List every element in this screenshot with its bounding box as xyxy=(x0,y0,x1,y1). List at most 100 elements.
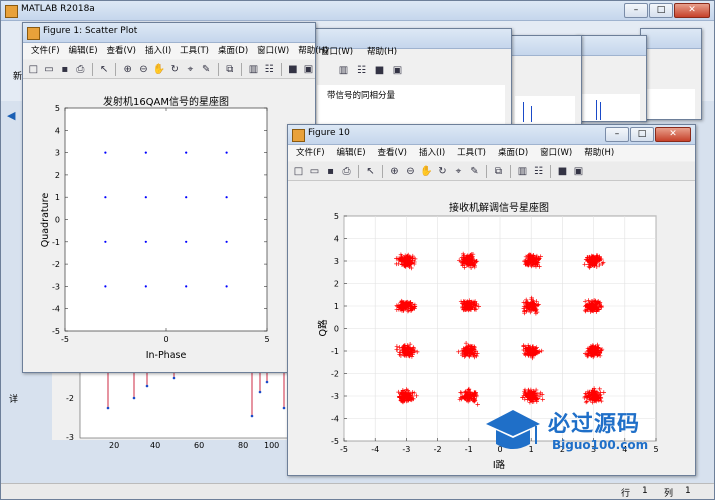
bg-figure-2-plot xyxy=(515,96,575,124)
bg-figure-window-2[interactable] xyxy=(508,35,582,125)
colorbar-icon[interactable]: ▥ xyxy=(516,165,529,178)
figure-1-window[interactable]: Figure 1: Scatter Plot 文件(F) 编辑(E) 查看(V)… xyxy=(22,22,328,373)
menu-view[interactable]: 查看(V) xyxy=(378,145,407,161)
graduation-cap-icon xyxy=(486,410,540,449)
bg-stem-plot: -2 -3 xyxy=(52,367,291,442)
figure-1-canvas: 发射机16QAM信号的星座图 5 4 3 2 1 0 -1 -2 -3 -4 -5 -5 0 5 In-P… xyxy=(23,79,315,371)
zoom-in-icon[interactable]: ⊕ xyxy=(388,165,401,178)
bg-colorbar-icon[interactable]: ▥ xyxy=(337,64,350,77)
scatter-point xyxy=(144,240,147,243)
menu-edit[interactable]: 编辑(E) xyxy=(337,145,366,161)
menu-view[interactable]: 查看(V) xyxy=(107,43,136,59)
zoom-out-icon[interactable]: ⊖ xyxy=(137,63,150,76)
zoom-out-icon[interactable]: ⊖ xyxy=(404,165,417,178)
y-tick-label: 3 xyxy=(55,149,60,158)
menu-window[interactable]: 窗口(W) xyxy=(257,43,289,59)
ribbon-new-label[interactable]: 新 xyxy=(13,69,22,82)
menu-insert[interactable]: 插入(I) xyxy=(145,43,171,59)
menu-desktop[interactable]: 桌面(D) xyxy=(218,43,248,59)
x-tick-label: -1 xyxy=(465,445,473,454)
colorbar-icon[interactable]: ▥ xyxy=(247,63,260,76)
save-icon[interactable]: ▪ xyxy=(324,165,337,178)
data-cursor-icon[interactable]: ⌖ xyxy=(452,165,465,178)
figure-1-title: Figure 1: Scatter Plot xyxy=(43,26,138,36)
new-figure-icon[interactable]: □ xyxy=(292,165,305,178)
new-figure-icon[interactable]: □ xyxy=(27,63,40,76)
show-plot-tools-icon[interactable]: ▣ xyxy=(302,63,315,76)
bg-stem-ytick: -2 xyxy=(66,394,74,403)
y-tick-label: -3 xyxy=(52,282,60,291)
y-tick-label: -4 xyxy=(331,415,339,424)
menu-edit[interactable]: 编辑(E) xyxy=(69,43,98,59)
plot-axes[interactable] xyxy=(64,107,268,332)
maximize-button[interactable]: □ xyxy=(630,127,654,142)
minimize-button[interactable]: – xyxy=(624,3,648,18)
link-plot-icon[interactable]: ⧉ xyxy=(492,165,505,178)
bg-stem-marker xyxy=(106,406,110,410)
legend-icon[interactable]: ☷ xyxy=(263,63,276,76)
legend-icon[interactable]: ☷ xyxy=(532,165,545,178)
close-button[interactable]: ✕ xyxy=(655,127,691,142)
bg-legend-icon[interactable]: ☷ xyxy=(355,64,368,77)
row-value: 1 xyxy=(642,486,648,496)
menu-insert[interactable]: 插入(I) xyxy=(419,145,445,161)
bg-dock-icon[interactable]: ▣ xyxy=(391,64,404,77)
col-label: 列 xyxy=(664,489,674,499)
zoom-in-icon[interactable]: ⊕ xyxy=(121,63,134,76)
minimize-button[interactable]: – xyxy=(605,127,629,142)
rotate-icon[interactable]: ↻ xyxy=(436,165,449,178)
hide-plot-tools-icon[interactable]: ■ xyxy=(286,63,299,76)
maximize-button[interactable]: □ xyxy=(649,3,673,18)
x-tick-label: 0 xyxy=(163,335,168,344)
figure-1-titlebar: Figure 1: Scatter Plot xyxy=(23,23,315,43)
bg-figure-window-3[interactable] xyxy=(575,35,647,122)
x-tick-label: -2 xyxy=(434,445,442,454)
y-tick-label: 5 xyxy=(334,212,339,221)
matlab-titlebar: MATLAB R2018a – □ ✕ xyxy=(1,1,714,21)
bg-stem-line xyxy=(596,100,597,120)
pointer-icon[interactable]: ↖ xyxy=(364,165,377,178)
menu-help[interactable]: 帮助(H) xyxy=(298,43,328,59)
bg-figure-window-4[interactable] xyxy=(640,28,702,120)
bg-stem-marker xyxy=(258,390,262,394)
brush-icon[interactable]: ✎ xyxy=(200,63,213,76)
close-button[interactable]: ✕ xyxy=(674,3,710,18)
save-icon[interactable]: ▪ xyxy=(58,63,71,76)
bg-figure-1-plot: 带信号的同相分量 xyxy=(317,85,505,127)
figure-10-title: Figure 10 xyxy=(308,128,350,138)
watermark-brand: 必过源码 xyxy=(548,412,641,437)
x-tick-label: -4 xyxy=(371,445,379,454)
menu-window[interactable]: 窗口(W) xyxy=(540,145,572,161)
menu-help[interactable]: 帮助(H) xyxy=(584,145,614,161)
menu-tools[interactable]: 工具(T) xyxy=(180,43,209,59)
menu-tools[interactable]: 工具(T) xyxy=(457,145,486,161)
scatter-point xyxy=(104,285,107,288)
menu-desktop[interactable]: 桌面(D) xyxy=(498,145,528,161)
chart-title: 接收机解调信号星座图 xyxy=(449,201,549,214)
bg-stem-xtick: 40 xyxy=(150,441,161,450)
menu-file[interactable]: 文件(F) xyxy=(296,145,325,161)
bg-menu-help[interactable]: 帮助(H) xyxy=(367,45,397,57)
print-icon[interactable]: ⎙ xyxy=(340,165,353,178)
hide-plot-tools-icon[interactable]: ■ xyxy=(556,165,569,178)
open-file-icon[interactable]: ▭ xyxy=(43,63,56,76)
back-arrow-icon[interactable]: ◀ xyxy=(7,109,15,122)
print-icon[interactable]: ⎙ xyxy=(74,63,87,76)
pointer-icon[interactable]: ↖ xyxy=(98,63,111,76)
menu-file[interactable]: 文件(F) xyxy=(31,43,60,59)
data-cursor-icon[interactable]: ⌖ xyxy=(184,63,197,76)
bg-stem-xticks: 20 40 60 80 100 xyxy=(52,441,290,453)
open-file-icon[interactable]: ▭ xyxy=(308,165,321,178)
rotate-icon[interactable]: ↻ xyxy=(168,63,181,76)
bg-figure-3-plot xyxy=(582,94,640,121)
y-tick-label: 4 xyxy=(334,235,339,244)
bg-hide-icon[interactable]: ■ xyxy=(373,64,386,77)
scatter-point xyxy=(144,196,147,199)
link-plot-icon[interactable]: ⧉ xyxy=(223,63,236,76)
pan-icon[interactable]: ✋ xyxy=(153,63,166,76)
scatter-point xyxy=(144,285,147,288)
bg-figure-window-1[interactable]: 窗口(W) 帮助(H) ▥ ☷ ■ ▣ 带信号的同相分量 xyxy=(310,28,512,128)
pan-icon[interactable]: ✋ xyxy=(420,165,433,178)
brush-icon[interactable]: ✎ xyxy=(468,165,481,178)
show-plot-tools-icon[interactable]: ▣ xyxy=(572,165,585,178)
